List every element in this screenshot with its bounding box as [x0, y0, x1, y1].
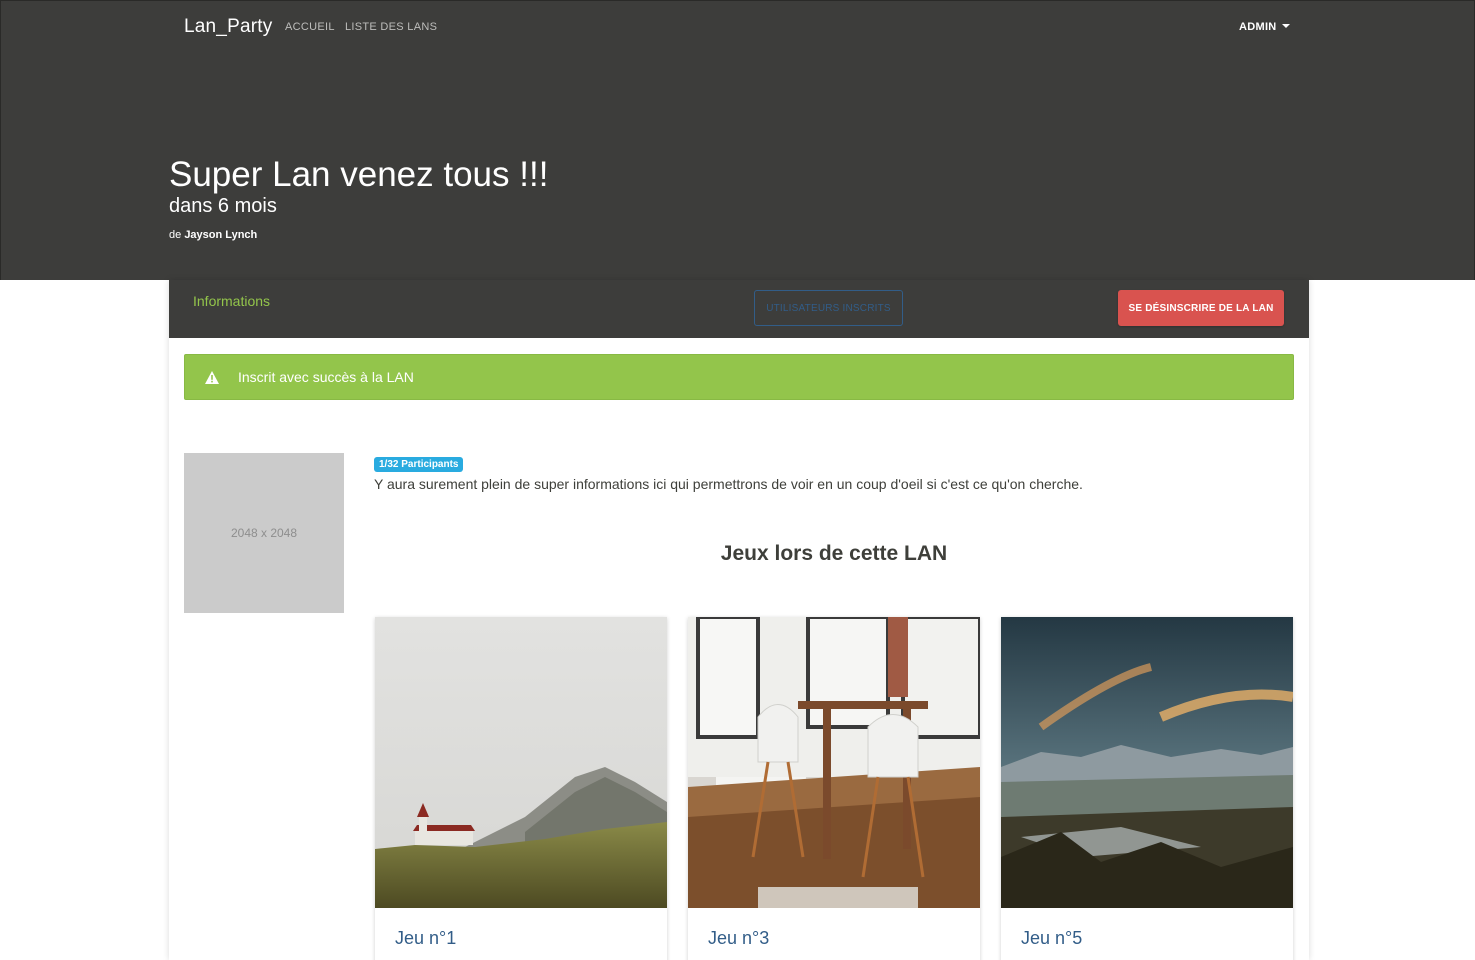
- game-image-mountain-sunset: [1001, 617, 1293, 908]
- warning-icon: [205, 371, 219, 384]
- lan-date: dans 6 mois: [169, 195, 277, 217]
- participants-badge: 1/32 Participants: [374, 457, 464, 472]
- lan-author: de Jayson Lynch: [169, 229, 257, 241]
- game-name[interactable]: Jeu n°5: [1021, 928, 1082, 949]
- nav-link-liste-des-lans[interactable]: LISTE DES LANS: [345, 21, 437, 33]
- tab-informations[interactable]: Informations: [193, 293, 270, 309]
- registered-users-button[interactable]: UTILISATEURS INSCRITS: [754, 290, 903, 326]
- game-card[interactable]: Jeu n°3: [688, 617, 980, 960]
- game-card[interactable]: Jeu n°1: [375, 617, 667, 960]
- caret-down-icon: [1281, 24, 1290, 28]
- unsubscribe-button[interactable]: SE DÉSINSCRIRE DE LA LAN: [1118, 290, 1284, 326]
- game-image-dining-room: [688, 617, 980, 908]
- brand-link[interactable]: Lan_Party: [184, 16, 272, 38]
- placeholder-size-label: 2048 x 2048: [230, 526, 298, 540]
- nav-link-accueil[interactable]: ACCUEIL: [285, 21, 335, 33]
- hero-banner: Super Lan venez tous !!! dans 6 mois de …: [0, 54, 1475, 280]
- game-name[interactable]: Jeu n°3: [708, 928, 769, 949]
- author-name: Jayson Lynch: [184, 229, 258, 241]
- alert-message: Inscrit avec succès à la LAN: [238, 369, 414, 385]
- admin-label: ADMIN: [1239, 21, 1277, 33]
- game-image-landscape-church: [375, 617, 667, 908]
- top-navbar: Lan_Party ACCUEIL LISTE DES LANS ADMIN: [0, 0, 1475, 54]
- card-header: Informations UTILISATEURS INSCRITS SE DÉ…: [169, 280, 1309, 338]
- lan-image-placeholder: 2048 x 2048: [184, 453, 344, 613]
- lan-description: Y aura surement plein de super informati…: [374, 476, 1083, 492]
- game-name[interactable]: Jeu n°1: [395, 928, 456, 949]
- games-section-title: Jeux lors de cette LAN: [720, 542, 948, 565]
- author-prefix: de: [169, 229, 182, 241]
- lan-detail-card: Informations UTILISATEURS INSCRITS SE DÉ…: [169, 280, 1309, 960]
- lan-title: Super Lan venez tous !!!: [169, 155, 549, 194]
- game-card[interactable]: Jeu n°5: [1001, 617, 1293, 960]
- admin-dropdown[interactable]: ADMIN: [1239, 21, 1290, 33]
- success-alert: Inscrit avec succès à la LAN: [184, 354, 1294, 400]
